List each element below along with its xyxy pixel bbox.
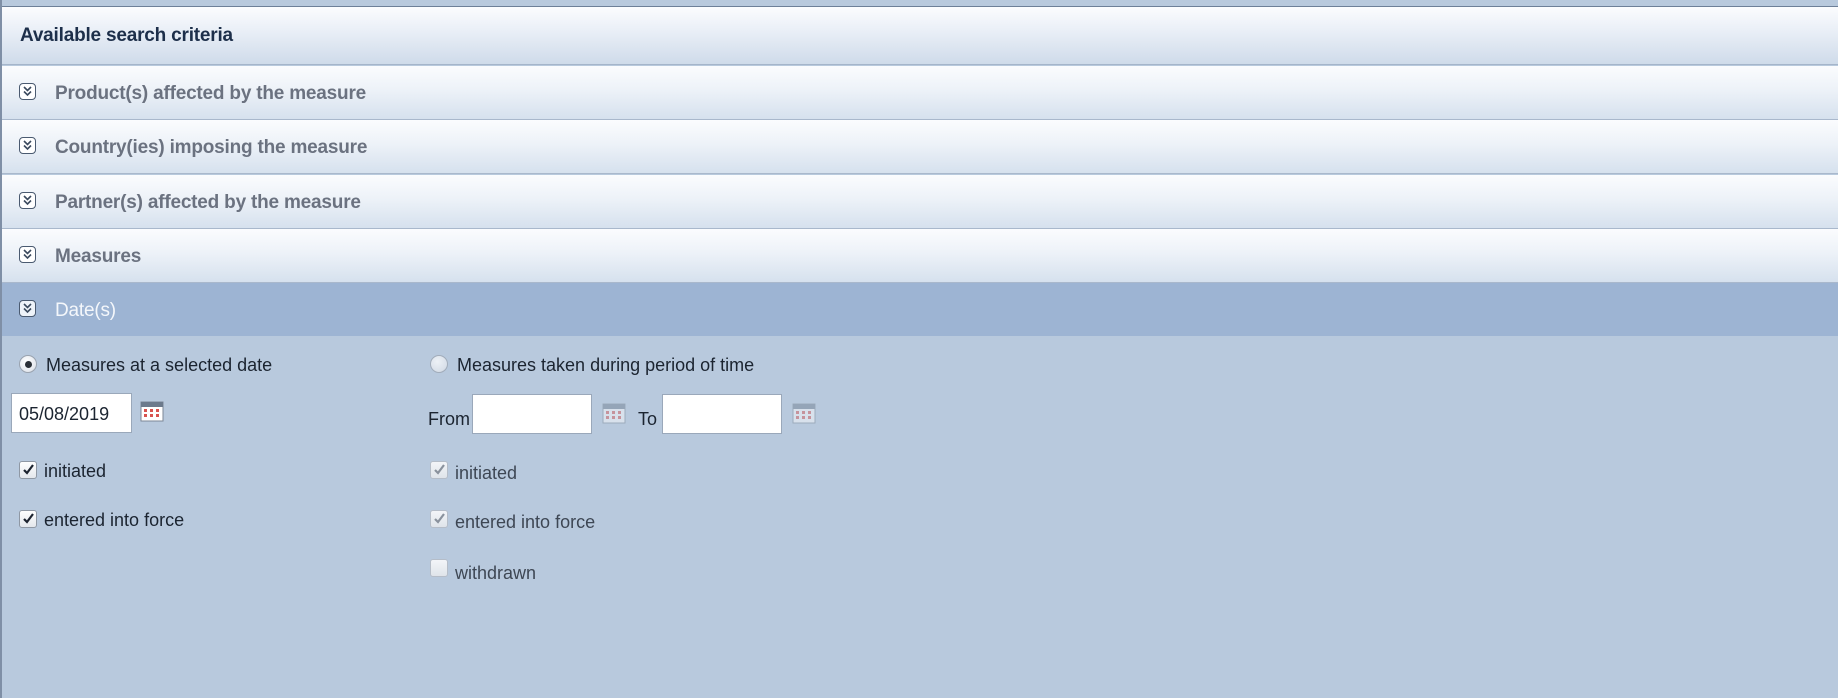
section-products[interactable]: Product(s) affected by the measure [2,66,1838,120]
chevron-double-down-icon[interactable] [19,137,36,154]
period-radio[interactable] [430,355,448,373]
panel-header: Available search criteria [2,6,1838,65]
period-initiated-label: initiated [455,463,518,483]
selected-entered-into-force-checkbox[interactable] [19,510,37,528]
section-partners[interactable]: Partner(s) affected by the measure [2,175,1838,229]
section-measures[interactable]: Measures [2,229,1838,283]
to-calendar-icon[interactable] [792,402,816,424]
section-label: Partner(s) affected by the measure [55,192,361,213]
selected-entered-into-force-label: entered into force [44,510,185,530]
section-label: Product(s) affected by the measure [55,83,367,104]
selected-initiated-label: initiated [44,461,107,481]
period-entered-into-force-label: entered into force [455,512,596,532]
chevron-double-down-icon[interactable] [19,300,36,317]
selected-date-input[interactable]: 05/08/2019 [11,393,132,433]
calendar-icon[interactable] [140,400,164,422]
dates-section-content: Measures at a selected date 05/08/2019 i… [2,336,1838,698]
period-withdrawn-label: withdrawn [455,563,537,583]
selected-date-radio-label: Measures at a selected date [46,355,273,375]
section-label: Measures [55,246,142,267]
period-entered-into-force-checkbox[interactable] [430,510,448,528]
chevron-double-down-icon[interactable] [19,192,36,209]
selected-initiated-checkbox[interactable] [19,461,37,479]
from-calendar-icon[interactable] [602,402,626,424]
period-withdrawn-checkbox[interactable] [430,559,448,577]
section-dates[interactable]: Date(s) [2,283,1838,337]
period-initiated-checkbox[interactable] [430,461,448,479]
period-radio-label: Measures taken during period of time [457,355,755,375]
panel-title: Available search criteria [20,25,233,46]
chevron-double-down-icon[interactable] [19,246,36,263]
from-label: From [428,409,470,429]
section-label: Country(ies) imposing the measure [55,137,368,158]
to-label: To [638,409,658,429]
to-date-input[interactable] [662,394,782,434]
chevron-double-down-icon[interactable] [19,83,36,100]
from-date-input[interactable] [472,394,592,434]
search-criteria-panel: Available search criteria Product(s) aff… [0,0,1838,698]
section-label: Date(s) [55,300,116,321]
selected-date-radio[interactable] [19,355,37,373]
section-countries[interactable]: Country(ies) imposing the measure [2,120,1838,174]
